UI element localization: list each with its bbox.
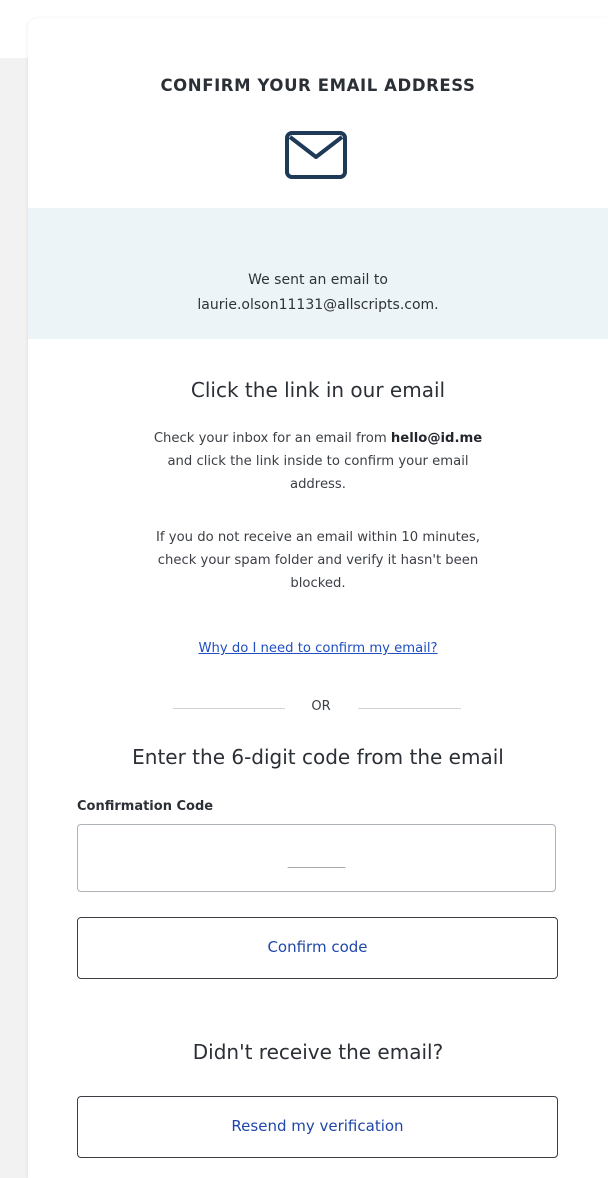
envelope-icon: [285, 131, 347, 179]
click-link-title: Click the link in our email: [190, 378, 446, 402]
page-title: CONFIRM YOUR EMAIL ADDRESS: [160, 76, 476, 95]
confirm-code-button[interactable]: Confirm code: [77, 917, 558, 979]
confirmation-code-label: Confirmation Code: [77, 799, 214, 814]
spam-note-line-2: check your spam folder and verify it has…: [157, 553, 479, 568]
divider-right: [358, 708, 461, 709]
enter-code-title: Enter the 6-digit code from the email: [132, 745, 504, 769]
sent-email-text: We sent an email to: [248, 272, 388, 288]
instruction-line-1: Check your inbox for an email from hello…: [28, 431, 608, 446]
resend-title: Didn't receive the email?: [192, 1040, 444, 1064]
instruction-line-2: and click the link inside to confirm you…: [167, 454, 469, 469]
sent-email-address: laurie.olson11131@allscripts.com.: [197, 297, 439, 313]
sender-email: hello@id.me: [390, 431, 483, 446]
confirmation-code-input[interactable]: [77, 824, 556, 892]
spam-note-line-3: blocked.: [290, 576, 346, 591]
confirm-email-card: CONFIRM YOUR EMAIL ADDRESS We sent an em…: [28, 18, 608, 1178]
instruction-line-3: address.: [289, 477, 346, 492]
spam-note-line-1: If you do not receive an email within 10…: [156, 530, 480, 545]
resend-verification-button[interactable]: Resend my verification: [77, 1096, 558, 1158]
divider-left: [173, 708, 285, 709]
sent-email-banner: We sent an email to laurie.olson11131@al…: [28, 208, 608, 339]
or-divider-text: OR: [311, 699, 331, 714]
instruction-prefix: Check your inbox for an email from: [153, 431, 391, 446]
why-confirm-link[interactable]: Why do I need to confirm my email?: [28, 641, 608, 656]
